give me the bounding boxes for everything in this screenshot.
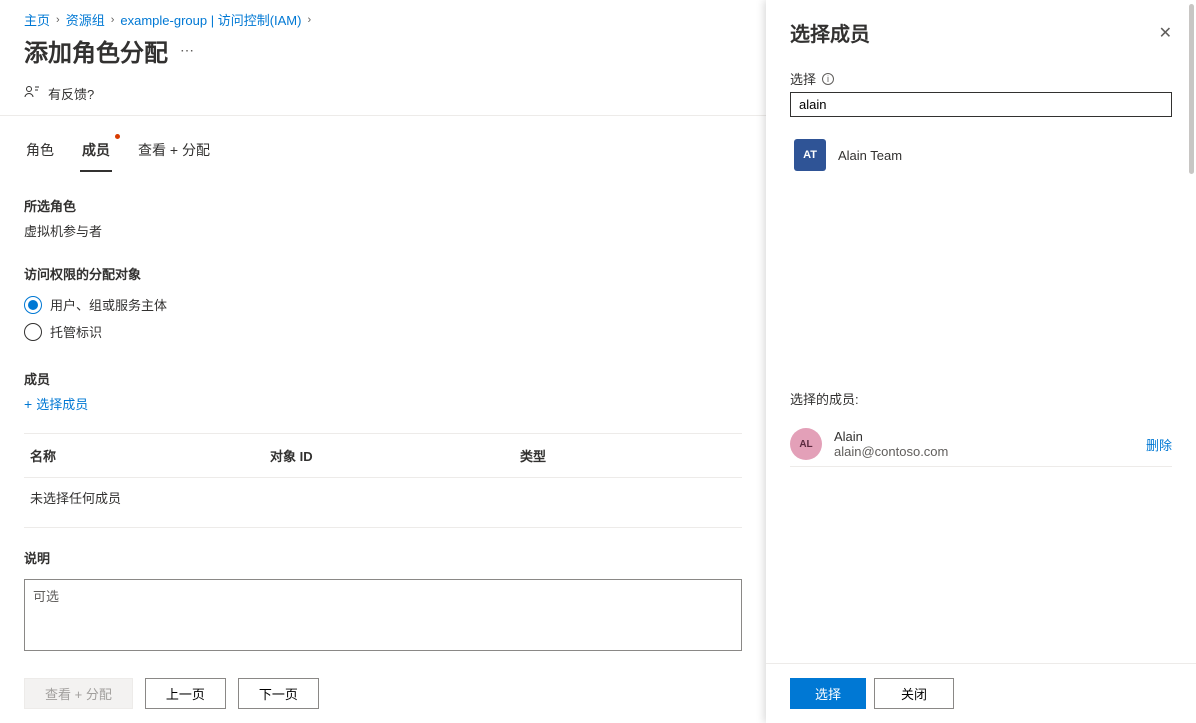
close-button[interactable]: 关闭 xyxy=(874,678,954,709)
selected-members-label: 选择的成员: xyxy=(790,389,1172,408)
description-label: 说明 xyxy=(24,548,742,567)
tab-role[interactable]: 角色 xyxy=(24,134,56,172)
breadcrumb: 主页 › 资源组 › example-group | 访问控制(IAM) › xyxy=(0,0,766,29)
select-members-panel: 选择成员 ✕ 选择 i AT Alain Team 选择的成员: AL Alai… xyxy=(766,0,1196,723)
tab-members[interactable]: 成员 xyxy=(80,134,112,172)
panel-title: 选择成员 xyxy=(790,18,870,47)
radio-label: 用户、组或服务主体 xyxy=(50,295,167,314)
selected-member-item: AL Alain alain@contoso.com 删除 xyxy=(790,422,1172,467)
select-members-link[interactable]: + 选择成员 xyxy=(24,394,742,413)
feedback-icon xyxy=(24,84,40,103)
members-label: 成员 xyxy=(24,369,742,388)
description-input[interactable] xyxy=(24,579,742,651)
select-button[interactable]: 选择 xyxy=(790,678,866,709)
feedback-link[interactable]: 有反馈? xyxy=(0,76,766,116)
avatar-icon: AT xyxy=(794,139,826,171)
page-title: 添加角色分配 xyxy=(24,33,168,68)
col-object-id[interactable]: 对象 ID xyxy=(270,446,520,465)
chevron-right-icon: › xyxy=(307,14,311,26)
table-header: 名称 对象 ID 类型 xyxy=(24,434,742,478)
remove-link[interactable]: 删除 xyxy=(1146,435,1172,454)
breadcrumb-resource-groups[interactable]: 资源组 xyxy=(66,10,105,29)
close-icon[interactable]: ✕ xyxy=(1159,23,1172,43)
radio-icon xyxy=(24,296,42,314)
select-label: 选择 xyxy=(790,69,816,88)
tabs: 角色 成员 查看 + 分配 xyxy=(0,134,766,172)
prev-button[interactable]: 上一页 xyxy=(145,678,226,709)
radio-label: 托管标识 xyxy=(50,322,102,341)
tab-review[interactable]: 查看 + 分配 xyxy=(136,134,212,172)
plus-icon: + xyxy=(24,396,32,412)
info-icon[interactable]: i xyxy=(822,73,834,85)
indicator-dot-icon xyxy=(115,134,120,139)
next-button[interactable]: 下一页 xyxy=(238,678,319,709)
assign-access-label: 访问权限的分配对象 xyxy=(24,264,742,283)
select-members-text: 选择成员 xyxy=(36,394,88,413)
search-result-item[interactable]: AT Alain Team xyxy=(790,131,1172,179)
breadcrumb-group-iam[interactable]: example-group | 访问控制(IAM) xyxy=(120,10,301,29)
table-empty-text: 未选择任何成员 xyxy=(24,478,742,528)
more-actions-icon[interactable]: ⋯ xyxy=(180,42,194,59)
feedback-label: 有反馈? xyxy=(48,84,94,103)
col-type[interactable]: 类型 xyxy=(520,446,720,465)
avatar-icon: AL xyxy=(790,428,822,460)
radio-managed-identity[interactable]: 托管标识 xyxy=(24,318,742,345)
result-name: Alain Team xyxy=(838,148,902,163)
radio-icon xyxy=(24,323,42,341)
radio-user-group-sp[interactable]: 用户、组或服务主体 xyxy=(24,291,742,318)
selected-name: Alain xyxy=(834,429,1134,444)
selected-role-label: 所选角色 xyxy=(24,196,742,215)
search-input[interactable] xyxy=(790,92,1172,117)
chevron-right-icon: › xyxy=(56,14,60,26)
breadcrumb-home[interactable]: 主页 xyxy=(24,10,50,29)
chevron-right-icon: › xyxy=(111,14,115,26)
review-assign-button: 查看 + 分配 xyxy=(24,678,133,709)
selected-role-value: 虚拟机参与者 xyxy=(24,221,742,240)
col-name[interactable]: 名称 xyxy=(30,446,270,465)
selected-email: alain@contoso.com xyxy=(834,444,1134,459)
